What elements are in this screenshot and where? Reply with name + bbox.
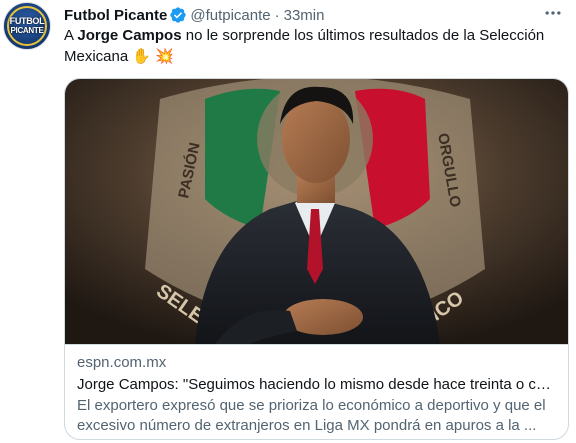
link-preview-card[interactable]: PASIÓN ORGULLO SELE XICO espn.com.mx Jor… bbox=[64, 78, 569, 440]
raised-hand-emoji-icon: ✋ bbox=[132, 47, 152, 65]
avatar-logo-line1: FUTBOL bbox=[9, 16, 45, 26]
tweet-text: A Jorge Campos no le sorprende los últim… bbox=[64, 26, 564, 67]
collision-emoji-icon: 💥 bbox=[155, 47, 174, 65]
author-handle[interactable]: @futpicante bbox=[190, 7, 270, 24]
tweet-header: Futbol Picante @futpicante · 33min bbox=[64, 4, 324, 26]
avatar-logo-line2: PICANTE bbox=[10, 26, 44, 35]
card-domain: espn.com.mx bbox=[77, 354, 167, 371]
verified-badge-icon bbox=[169, 6, 187, 24]
tweet[interactable]: FUTBOL PICANTE Futbol Picante @futpicant… bbox=[0, 0, 576, 443]
card-description: El exportero expresó que se prioriza lo … bbox=[77, 397, 546, 434]
author-avatar[interactable]: FUTBOL PICANTE bbox=[3, 2, 51, 50]
author-display-name[interactable]: Futbol Picante bbox=[64, 7, 167, 24]
tweet-text-mention: Jorge Campos bbox=[77, 27, 182, 44]
tweet-text-prefix: A bbox=[64, 27, 78, 44]
card-image[interactable]: PASIÓN ORGULLO SELE XICO bbox=[65, 79, 568, 344]
header-separator: · bbox=[274, 6, 280, 24]
more-dots-icon[interactable] bbox=[542, 3, 564, 25]
card-meta[interactable]: espn.com.mx Jorge Campos: "Seguimos haci… bbox=[65, 344, 568, 439]
card-title: Jorge Campos: "Seguimos haciendo lo mism… bbox=[77, 376, 556, 393]
tweet-timestamp[interactable]: 33min bbox=[284, 7, 325, 24]
